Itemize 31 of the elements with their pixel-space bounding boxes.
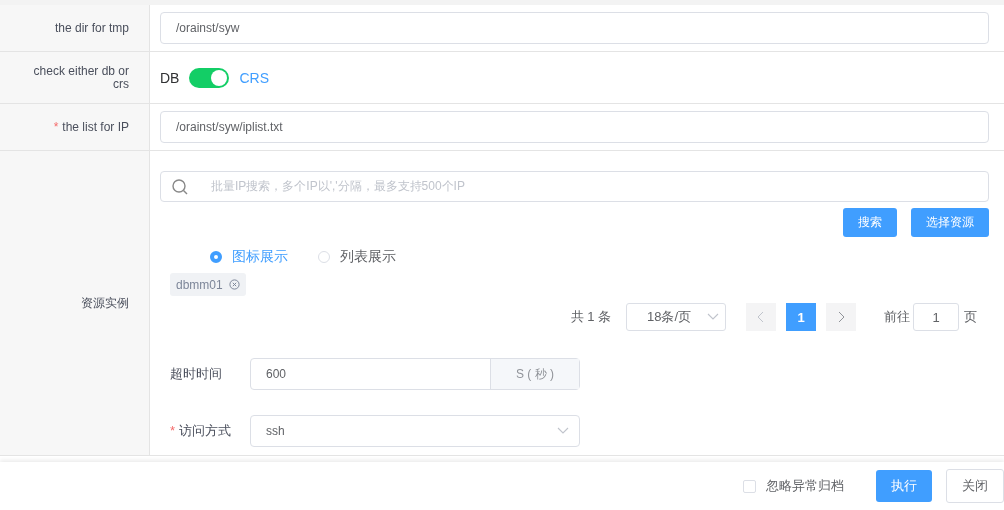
field-label: 资源实例 xyxy=(0,151,150,455)
next-page-button[interactable] xyxy=(826,303,856,331)
resource-tag: dbmm01 xyxy=(170,273,246,296)
goto-label: 前往 xyxy=(884,308,910,326)
radio-button[interactable] xyxy=(210,251,222,263)
chevron-down-icon xyxy=(557,427,569,435)
checkbox[interactable] xyxy=(743,479,756,493)
checkbox-label[interactable]: 忽略异常归档 xyxy=(766,477,844,495)
page-size-select[interactable]: 18条/页 xyxy=(626,303,726,331)
page-input[interactable]: 1 xyxy=(913,303,959,331)
chevron-left-icon xyxy=(757,311,765,323)
search-icon xyxy=(171,177,189,196)
field-label: 超时时间 xyxy=(170,365,223,383)
field-label: the dir for tmp xyxy=(0,5,150,51)
total-count: 共 1 条 xyxy=(570,308,611,326)
radio-label[interactable]: 列表展示 xyxy=(340,248,396,266)
field-label: * the list for IP xyxy=(0,104,150,150)
close-icon[interactable] xyxy=(228,279,240,290)
select-field[interactable]: ssh xyxy=(250,415,580,447)
chevron-down-icon xyxy=(707,313,719,321)
text-field[interactable]: /orainst/syw xyxy=(160,12,989,44)
field-label: check either db or crs xyxy=(0,52,150,103)
prev-page-button[interactable] xyxy=(746,303,776,331)
switch-label: DB xyxy=(160,69,180,86)
close-button[interactable]: 关闭 xyxy=(946,469,1004,503)
chevron-right-icon xyxy=(837,311,845,323)
toggle-switch[interactable] xyxy=(189,67,230,88)
switch-label: CRS xyxy=(239,69,269,86)
field-label: * 访问方式 xyxy=(170,422,233,440)
page-suffix: 页 xyxy=(964,308,977,326)
text-field[interactable]: /orainst/syw/iplist.txt xyxy=(160,111,989,143)
